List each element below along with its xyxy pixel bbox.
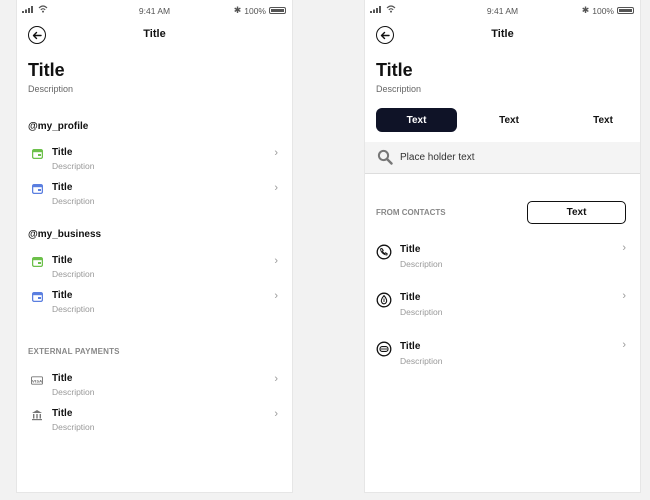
blue-card-icon: [31, 183, 43, 195]
page-description: Description: [376, 84, 422, 94]
battery-area: ✱ 100%: [234, 5, 286, 16]
list-item-description: Description: [400, 356, 443, 366]
battery-icon: [269, 7, 286, 14]
list-item[interactable]: Title Description ›: [17, 181, 292, 213]
list-item-title: Title: [52, 147, 73, 158]
chevron-right-icon: ›: [274, 147, 278, 159]
list-item-description: Description: [400, 307, 443, 317]
nav-title: Title: [491, 28, 514, 40]
list-item-title: Title: [52, 182, 73, 193]
drop-circle-icon: [376, 292, 392, 308]
chevron-right-icon: ›: [274, 373, 278, 385]
chevron-right-icon: ›: [622, 242, 626, 254]
phone-circle-icon: [376, 244, 392, 260]
svg-text:VISA: VISA: [32, 378, 42, 383]
search-input[interactable]: Place holder text: [365, 142, 640, 174]
chevron-right-icon: ›: [274, 182, 278, 194]
nav-bar: Title: [17, 24, 292, 46]
list-item-title: Title: [400, 341, 421, 352]
battery-area: ✱ 100%: [582, 5, 634, 16]
list-item-title: Title: [52, 255, 73, 266]
contacts-action-button[interactable]: Text: [527, 201, 626, 224]
visa-card-icon: VISA: [31, 374, 43, 386]
chevron-right-icon: ›: [622, 290, 626, 302]
bluetooth-icon: ✱: [581, 5, 590, 15]
chevron-right-icon: ›: [274, 290, 278, 302]
section-heading-business: @my_business: [28, 229, 102, 240]
right-phone-screen: 9:41 AM ✱ 100% Title Title Description T…: [365, 0, 640, 492]
list-item-description: Description: [52, 387, 95, 397]
page-description: Description: [28, 84, 74, 94]
segment-3[interactable]: Text: [571, 108, 635, 132]
chevron-right-icon: ›: [622, 339, 626, 351]
page-title: Title: [376, 60, 413, 80]
chevron-right-icon: ›: [274, 408, 278, 420]
list-item-description: Description: [52, 269, 95, 279]
battery-icon: [617, 7, 634, 14]
contact-item[interactable]: Title Description ›: [365, 241, 640, 273]
battery-percent: 100%: [244, 5, 266, 16]
section-heading-profile: @my_profile: [28, 121, 89, 132]
segment-1-active[interactable]: Text: [376, 108, 457, 132]
list-item[interactable]: Title Description ›: [17, 407, 292, 439]
green-card-icon: [31, 256, 43, 268]
section-heading-contacts: FROM CONTACTS: [376, 208, 446, 217]
list-item-title: Title: [52, 373, 73, 384]
left-phone-screen: 9:41 AM ✱ 100% Title Title Description @…: [17, 0, 292, 492]
list-item-description: Description: [52, 161, 95, 171]
list-item-description: Description: [52, 422, 95, 432]
blue-card-icon: [31, 291, 43, 303]
list-item-description: Description: [400, 259, 443, 269]
nav-title: Title: [143, 28, 166, 40]
status-bar: 9:41 AM ✱ 100%: [365, 4, 640, 18]
green-card-icon: [31, 148, 43, 160]
mask-circle-icon: [376, 341, 392, 357]
list-item-title: Title: [400, 292, 421, 303]
contact-item[interactable]: Title Description ›: [365, 338, 640, 370]
list-item-description: Description: [52, 304, 95, 314]
list-item-title: Title: [52, 408, 73, 419]
status-bar: 9:41 AM ✱ 100%: [17, 4, 292, 18]
chevron-right-icon: ›: [274, 255, 278, 267]
list-item-description: Description: [52, 196, 95, 206]
search-icon: [377, 149, 393, 165]
list-item[interactable]: Title Description ›: [17, 254, 292, 286]
list-item-title: Title: [400, 244, 421, 255]
search-placeholder: Place holder text: [400, 152, 475, 163]
battery-percent: 100%: [592, 5, 614, 16]
list-item[interactable]: Title Description ›: [17, 289, 292, 321]
nav-bar: Title: [365, 24, 640, 46]
contact-item[interactable]: Title Description ›: [365, 289, 640, 321]
section-heading-external: EXTERNAL PAYMENTS: [28, 347, 120, 356]
segment-2[interactable]: Text: [474, 108, 544, 132]
list-item[interactable]: Title Description ›: [17, 146, 292, 178]
list-item[interactable]: VISA Title Description ›: [17, 372, 292, 404]
bank-icon: [31, 409, 43, 421]
segmented-control: Text Text Text: [376, 108, 634, 134]
list-item-title: Title: [52, 290, 73, 301]
bluetooth-icon: ✱: [233, 5, 242, 15]
page-title: Title: [28, 60, 65, 80]
